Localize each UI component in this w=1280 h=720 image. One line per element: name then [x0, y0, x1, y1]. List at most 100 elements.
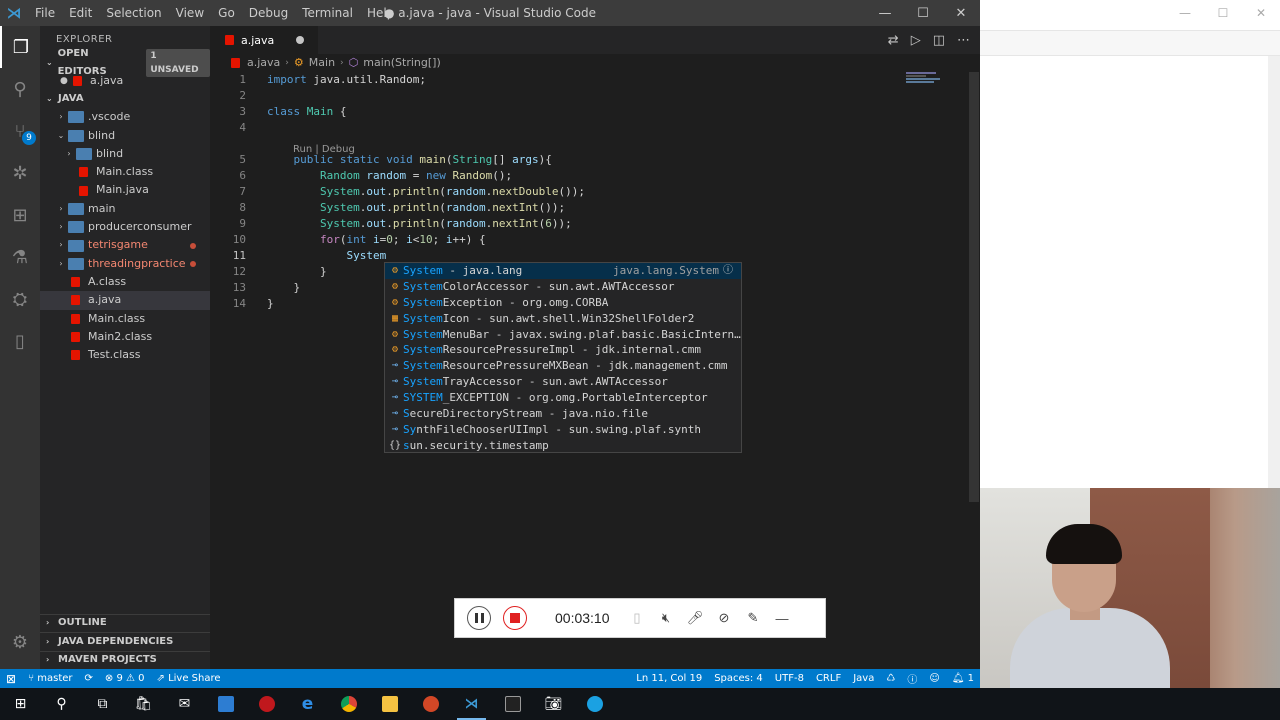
menu-file[interactable]: File	[28, 0, 62, 26]
maximize-icon[interactable]: ☐	[904, 0, 942, 26]
settings-gear-icon[interactable]: ⚙	[0, 621, 40, 663]
section-maven-projects[interactable]: › MAVEN PROJECTS	[40, 650, 210, 670]
suggestion-item[interactable]: ⚙ SystemColorAccessor - sun.awt.AWTAccess…	[385, 279, 741, 295]
close-icon[interactable]: ✕	[942, 0, 980, 26]
encoding[interactable]: UTF-8	[769, 673, 810, 684]
tree-folder[interactable]: › .vscode	[40, 108, 210, 126]
microphone-icon[interactable]: 🎤︎	[684, 610, 706, 626]
search-icon[interactable]: ⚲	[41, 688, 82, 720]
tree-folder[interactable]: › blind	[40, 145, 210, 163]
camera-app-icon[interactable]: 📷︎	[533, 688, 574, 720]
tree-file[interactable]: A.class	[40, 273, 210, 291]
minimize-icon[interactable]: —	[1166, 0, 1204, 30]
collapse-toolbar-icon[interactable]: —	[771, 611, 793, 626]
open-editor-item[interactable]: ● a.java	[40, 72, 210, 90]
smiley-icon[interactable]: ☺	[923, 673, 945, 684]
suggestion-item[interactable]: ⊸ SystemTrayAccessor - sun.awt.AWTAccesso…	[385, 374, 741, 390]
tree-file[interactable]: a.java	[40, 291, 210, 310]
breadcrumb-file[interactable]: a.java	[247, 54, 280, 72]
unsaved-dot-icon[interactable]	[296, 36, 304, 44]
code-line[interactable]: 2	[210, 88, 980, 104]
code-line[interactable]: 1 import java.util.Random;	[210, 72, 980, 88]
suggestion-item[interactable]: ⚙ System - java.lang java.lang.System ⓘ	[385, 263, 741, 279]
cursor-position[interactable]: Ln 11, Col 19	[630, 673, 708, 684]
code-line[interactable]: 7 System.out.println(random.nextDouble()…	[210, 184, 980, 200]
vertical-scrollbar[interactable]	[966, 72, 980, 669]
tree-file[interactable]: Main.class	[40, 163, 210, 181]
calculator-icon[interactable]	[205, 688, 246, 720]
suggestion-item[interactable]: {} sun.security.timestamp	[385, 438, 741, 454]
tree-folder[interactable]: ⌄ blind	[40, 127, 210, 145]
menu-edit[interactable]: Edit	[62, 0, 99, 26]
tree-file[interactable]: Main2.class	[40, 328, 210, 346]
info-icon[interactable]: ⓘ	[901, 671, 923, 686]
sync-icon[interactable]: ⟳	[79, 673, 99, 684]
tree-folder[interactable]: › main	[40, 200, 210, 218]
code-line[interactable]: 6 Random random = new Random();	[210, 168, 980, 184]
live-share-button[interactable]: ⇗ Live Share	[151, 673, 227, 684]
tree-folder[interactable]: › threadingpractice	[40, 255, 210, 273]
menu-selection[interactable]: Selection	[99, 0, 168, 26]
suggestion-item[interactable]: ⊸ SystemResourcePressureMXBean - jdk.mana…	[385, 358, 741, 374]
section-outline[interactable]: › OUTLINE	[40, 613, 210, 633]
menu-debug[interactable]: Debug	[242, 0, 295, 26]
file-explorer-icon[interactable]	[369, 688, 410, 720]
extensions-icon[interactable]: ⊞	[0, 194, 40, 236]
minimize-icon[interactable]: —	[866, 0, 904, 26]
speaker-muted-icon[interactable]: 🔇︎	[655, 610, 677, 626]
code-line[interactable]: 5 public static void main(String[] args)…	[210, 152, 980, 168]
vscode-taskbar-icon[interactable]: ⋊	[451, 688, 492, 720]
remote-icon[interactable]: ⊠	[0, 672, 22, 686]
maximize-icon[interactable]: ☐	[1204, 0, 1242, 30]
suggestion-item[interactable]: ⊸ SYSTEM_EXCEPTION - org.omg.PortableInte…	[385, 390, 741, 406]
store-icon[interactable]: 🛍︎	[123, 688, 164, 720]
language-mode[interactable]: Java	[847, 673, 880, 684]
tab-a-java[interactable]: a.java	[210, 26, 318, 54]
section-java-dependencies[interactable]: › JAVA DEPENDENCIES	[40, 632, 210, 651]
code-line[interactable]: 4	[210, 120, 980, 136]
suggestion-item[interactable]: ⚙ SystemException - org.omg.CORBA	[385, 295, 741, 311]
unsaved-dot-icon[interactable]: ●	[60, 72, 70, 90]
menu-help[interactable]: Help	[360, 0, 401, 26]
chrome-browser-icon[interactable]	[328, 688, 369, 720]
breadcrumb-class[interactable]: Main	[309, 54, 335, 72]
powerpoint-icon[interactable]	[410, 688, 451, 720]
skype-like-icon[interactable]	[574, 688, 615, 720]
start-windows-icon[interactable]: ⊞	[0, 688, 41, 720]
tree-file[interactable]: Test.class	[40, 346, 210, 364]
suggestion-item[interactable]: ⊸ SynthFileChooserUIImpl - sun.swing.plaf…	[385, 422, 741, 438]
pause-recording-button[interactable]	[467, 606, 491, 630]
background-window-scrollbar[interactable]	[1268, 56, 1280, 488]
menu-terminal[interactable]: Terminal	[295, 0, 360, 26]
notifications-bell[interactable]: 🔔︎ 1	[946, 673, 980, 684]
scrollbar-thumb[interactable]	[969, 72, 979, 502]
split-editor-icon[interactable]: ◫	[933, 33, 945, 48]
stop-recording-button[interactable]	[503, 606, 527, 630]
indentation[interactable]: Spaces: 4	[708, 673, 769, 684]
tree-file[interactable]: Main.class	[40, 310, 210, 328]
suggestion-item[interactable]: ⚙ SystemMenuBar - javax.swing.plaf.basic.…	[385, 327, 741, 343]
task-view-icon[interactable]: ⧉	[82, 688, 123, 720]
draw-pen-icon[interactable]: ✎	[742, 610, 764, 626]
source-control-icon[interactable]: ⑂ 9	[0, 110, 40, 152]
close-icon[interactable]: ✕	[1242, 0, 1280, 30]
suggestion-item[interactable]: ⚙ SystemResourcePressureImpl - jdk.intern…	[385, 342, 741, 358]
remote-explorer-icon[interactable]: ⛭	[0, 278, 40, 320]
camera-off-icon[interactable]: ⊘	[713, 610, 735, 626]
edge-browser-icon[interactable]: e	[287, 688, 328, 720]
code-line[interactable]: 10 for(int i=0; i<10; i++) {	[210, 232, 980, 248]
minimap[interactable]	[906, 72, 966, 92]
test-flask-icon[interactable]: ⚗	[0, 236, 40, 278]
code-line[interactable]: 8 System.out.println(random.nextInt());	[210, 200, 980, 216]
explorer-icon[interactable]: ❐	[0, 26, 40, 68]
end-of-line[interactable]: CRLF	[810, 673, 847, 684]
run-icon[interactable]: ▷	[911, 33, 921, 48]
git-branch[interactable]: ⑂ master	[22, 673, 78, 684]
menu-go[interactable]: Go	[211, 0, 242, 26]
suggestion-item[interactable]: ▦ SystemIcon - sun.awt.shell.Win32ShellFo…	[385, 311, 741, 327]
breadcrumb-method[interactable]: main(String[])	[363, 54, 440, 72]
docker-icon[interactable]: ▯	[0, 320, 40, 362]
problems-indicator[interactable]: ⊗ 9 ⚠ 0	[99, 673, 151, 684]
open-changes-icon[interactable]: ⇄	[888, 33, 899, 48]
info-icon[interactable]: ⓘ	[723, 263, 733, 279]
